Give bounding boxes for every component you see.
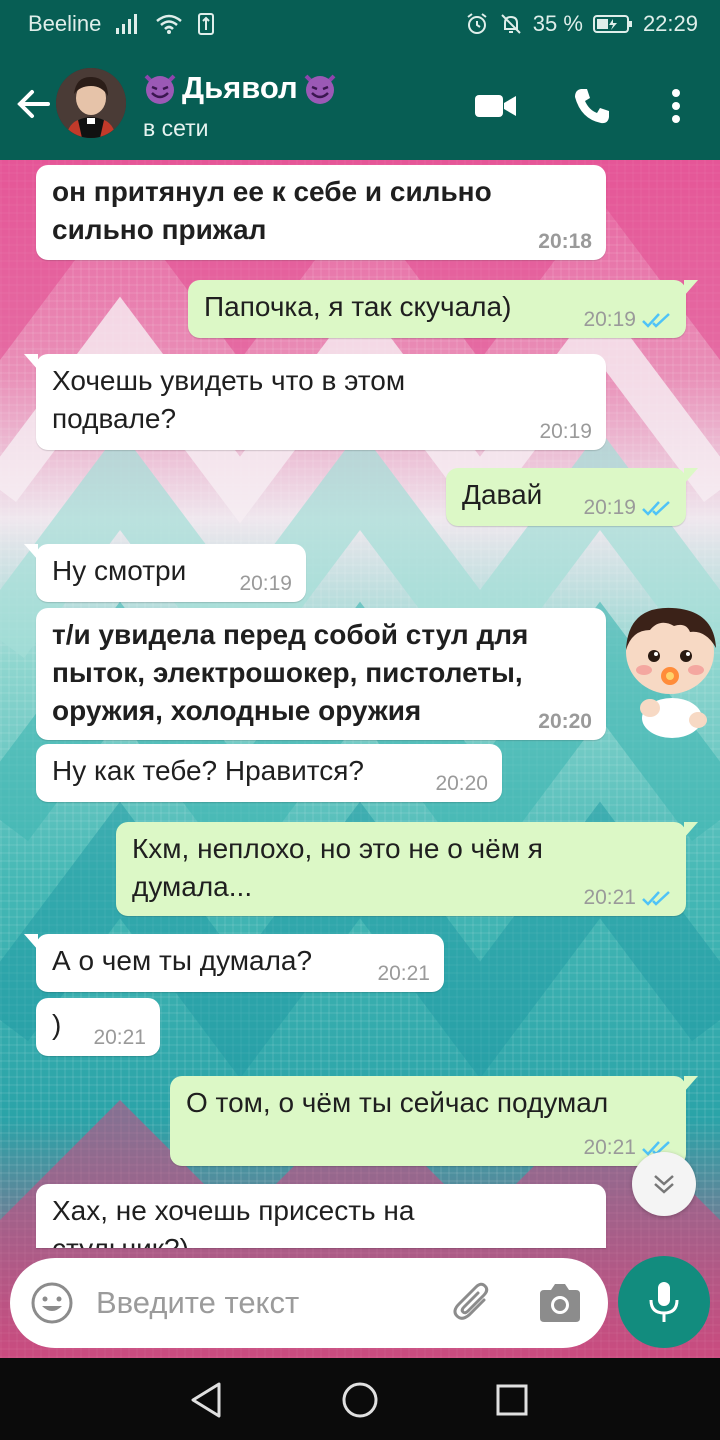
microphone-button[interactable] <box>618 1256 710 1348</box>
message-incoming[interactable]: ) 20:21 <box>36 998 160 1056</box>
emoji-icon[interactable] <box>30 1281 74 1325</box>
message-time: 20:21 <box>93 1026 146 1049</box>
read-ticks-icon <box>642 891 670 906</box>
baby-sticker <box>626 607 716 738</box>
read-ticks-icon <box>642 313 670 328</box>
data-transfer-icon <box>197 12 215 36</box>
message-incoming[interactable]: Хочешь увидеть что в этом подвале? 20:19 <box>24 354 606 450</box>
message-time: 20:21 <box>583 886 636 909</box>
contact-name-text: Дьявол <box>182 70 298 105</box>
message-text: А о чем ты думала? <box>52 945 313 976</box>
message-meta: 20:19 <box>583 308 672 332</box>
microphone-icon <box>649 1282 679 1322</box>
system-nav-bar <box>0 1358 720 1440</box>
message-time: 20:21 <box>583 1136 636 1159</box>
phone-icon[interactable] <box>570 84 614 128</box>
message-time: 20:21 <box>377 962 430 985</box>
nav-recents-icon[interactable] <box>490 1378 534 1422</box>
more-vert-icon[interactable] <box>654 84 698 128</box>
message-text: Ну как тебе? Нравится? <box>52 755 365 786</box>
alarm-icon <box>465 12 489 36</box>
message-time: 20:19 <box>583 308 636 331</box>
message-text: т/и увидела перед собой стул для пыток, … <box>52 619 529 726</box>
smiling-devil-icon <box>144 74 176 104</box>
back-arrow-icon[interactable] <box>14 84 54 124</box>
message-time: 20:20 <box>435 772 488 795</box>
battery-percent: 35 % <box>532 11 583 36</box>
message-text: Папочка, я так скучала) <box>204 291 512 322</box>
message-composer <box>10 1258 608 1348</box>
message-time: 20:20 <box>538 710 592 733</box>
message-text: Хочешь увидеть что в этом подвале? <box>52 365 406 434</box>
double-chevron-down-icon <box>654 1175 674 1194</box>
avatar[interactable] <box>56 68 126 138</box>
nav-home-icon[interactable] <box>338 1378 382 1422</box>
scroll-to-bottom-button[interactable] <box>632 1152 696 1216</box>
read-ticks-icon <box>642 501 670 516</box>
message-time: 20:19 <box>539 420 592 443</box>
message-outgoing[interactable]: Давай 20:19 <box>446 468 698 526</box>
message-meta: 20:21 <box>583 886 672 910</box>
message-time: 20:19 <box>583 496 636 519</box>
video-call-icon[interactable] <box>474 84 518 128</box>
message-incoming[interactable]: Ну смотри 20:19 <box>24 544 306 602</box>
contact-name[interactable]: Дьявол <box>142 70 338 106</box>
message-incoming[interactable]: Хах, не хочешь присесть на стульчик?) <box>36 1184 606 1248</box>
status-bar: Beeline 35 % 22:29 <box>0 0 720 48</box>
message-incoming[interactable]: А о чем ты думала? 20:21 <box>24 934 444 992</box>
message-text: Хах, не хочешь присесть на стульчик?) <box>52 1195 415 1248</box>
message-meta: 20:19 <box>583 496 672 520</box>
carrier-label: Beeline <box>28 11 102 36</box>
message-text: О том, о чём ты сейчас подумал <box>186 1087 609 1118</box>
mute-bell-icon <box>499 12 523 36</box>
message-time: 20:18 <box>538 230 592 253</box>
nav-back-icon[interactable] <box>184 1378 228 1422</box>
contact-status: в сети <box>143 115 209 141</box>
message-outgoing[interactable]: Папочка, я так скучала) 20:19 <box>188 280 698 338</box>
message-outgoing[interactable]: Кхм, неплохо, но это не о чём я думала..… <box>116 822 698 916</box>
message-incoming[interactable]: он притянул ее к себе и сильно сильно пр… <box>36 165 606 260</box>
message-text: Кхм, неплохо, но это не о чём я думала..… <box>132 833 543 902</box>
paperclip-icon[interactable] <box>450 1280 496 1326</box>
chat-header: Дьявол в сети <box>0 48 720 160</box>
message-input[interactable] <box>96 1278 436 1328</box>
message-incoming[interactable]: Ну как тебе? Нравится? 20:20 <box>36 744 502 802</box>
camera-icon[interactable] <box>536 1280 584 1326</box>
message-text: он притянул ее к себе и сильно сильно пр… <box>52 176 492 245</box>
signal-icon <box>115 13 141 35</box>
battery-charging-icon <box>592 13 633 35</box>
message-incoming[interactable]: т/и увидела перед собой стул для пыток, … <box>36 608 606 740</box>
message-time: 20:19 <box>239 572 292 595</box>
smiling-devil-icon <box>304 74 336 104</box>
clock: 22:29 <box>642 11 698 36</box>
wifi-icon <box>155 13 183 35</box>
chat-area[interactable]: он притянул ее к себе и сильно сильно пр… <box>0 160 720 1358</box>
message-outgoing[interactable]: О том, о чём ты сейчас подумал 20:21 <box>170 1076 698 1166</box>
